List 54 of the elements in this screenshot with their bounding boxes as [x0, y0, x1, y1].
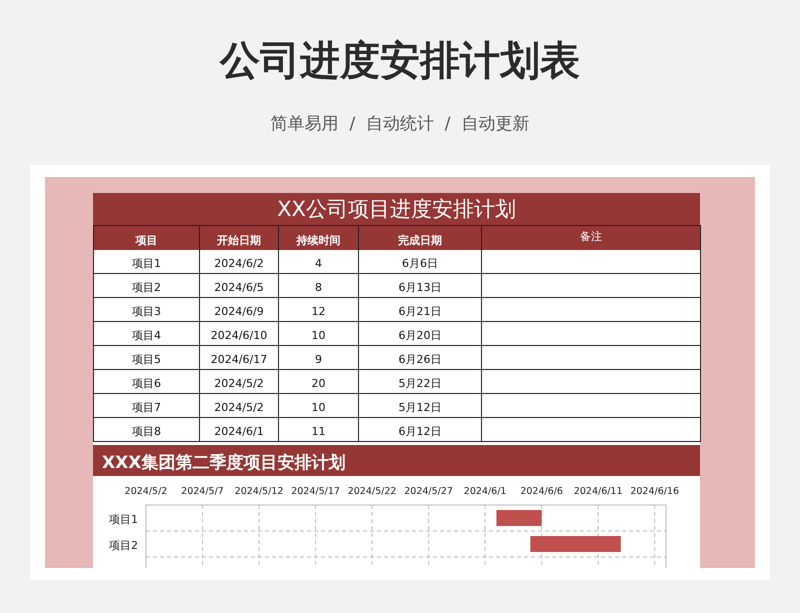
table-cell: 2024/6/9	[200, 298, 279, 322]
column-header: 持续时间	[279, 225, 359, 250]
axis-tick-label: 2024/6/11	[574, 486, 623, 497]
table-cell: 11	[279, 418, 359, 442]
table-cell: 项目4	[94, 322, 200, 346]
table-cell: 项目2	[94, 274, 200, 298]
table-cell: 6月6日	[359, 250, 482, 274]
column-header: 开始日期	[200, 225, 279, 250]
column-header: 备注	[482, 225, 701, 250]
table-cell: 6月20日	[359, 322, 482, 346]
table-cell: 6月26日	[359, 346, 482, 370]
table-cell: 20	[279, 370, 359, 394]
axis-tick-label: 2024/6/1	[464, 486, 506, 497]
table-cell: 5月12日	[359, 394, 482, 418]
axis-tick-label: 2024/5/22	[348, 486, 396, 497]
table-cell: 2024/6/17	[200, 346, 279, 370]
table-cell: 2024/5/2	[200, 394, 279, 418]
axis-tick-label: 2024/6/16	[630, 486, 680, 497]
axis-tick-label: 2024/5/17	[291, 486, 340, 497]
table-cell: 10	[279, 394, 359, 418]
table-cell: 5月22日	[359, 370, 482, 394]
table-cell: 项目6	[94, 370, 200, 394]
axis-tick-label: 2024/5/7	[181, 486, 224, 497]
category-label: 项目1	[109, 513, 138, 526]
table-cell: 10	[279, 322, 359, 346]
table-cell: 2024/5/2	[200, 370, 279, 394]
axis-tick-label: 2024/5/27	[404, 486, 453, 497]
column-header: 完成日期	[359, 225, 482, 250]
table-cell: 9	[279, 346, 359, 370]
axis-tick-label: 2024/6/6	[520, 486, 563, 497]
table-cell: 8	[279, 274, 359, 298]
axis-tick-label: 2024/5/2	[124, 486, 168, 497]
page-title: 公司进度安排计划表	[220, 37, 580, 86]
subtitle: 简单易用 / 自动统计 / 自动更新	[270, 113, 530, 135]
table-cell: 项目5	[94, 346, 200, 370]
chart-title: XXX集团第二季度项目安排计划	[93, 445, 700, 476]
table-cell: 2024/6/2	[200, 250, 279, 274]
table-cell: 6月21日	[359, 298, 482, 322]
table-cell: 6月12日	[359, 418, 482, 442]
table-cell: 12	[279, 298, 359, 322]
column-header: 项目	[94, 225, 200, 250]
table-cell: 项目1	[94, 250, 200, 274]
table-cell: 项目7	[94, 394, 200, 418]
sheet-title: XX公司项目进度安排计划	[93, 193, 700, 225]
table-cell: 2024/6/10	[200, 322, 279, 346]
axis-tick-label: 2024/5/12	[234, 486, 284, 497]
category-label: 项目2	[109, 539, 138, 552]
gantt-bar	[496, 510, 542, 526]
table-cell: 6月13日	[359, 274, 482, 298]
table-cell: 项目3	[94, 298, 200, 322]
table-cell: 4	[279, 250, 359, 274]
table-cell: 项目8	[94, 418, 200, 442]
table-cell: 2024/6/5	[200, 274, 279, 298]
table-cell: 2024/6/1	[200, 418, 279, 442]
